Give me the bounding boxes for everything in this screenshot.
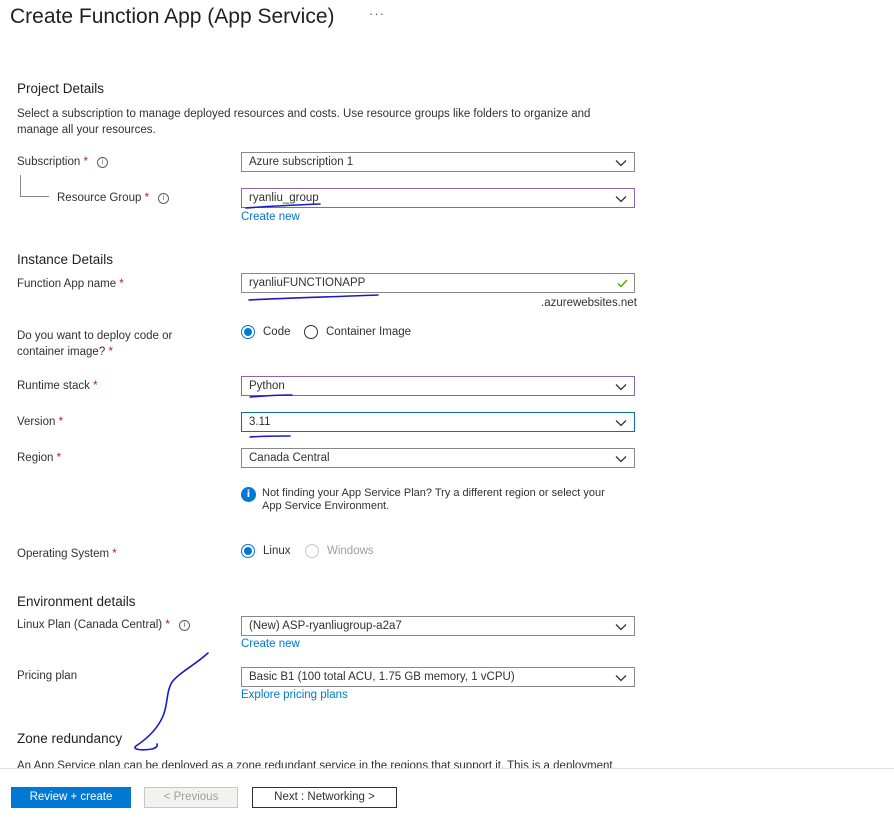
info-icon[interactable]: i bbox=[179, 620, 190, 631]
radio-selected-icon[interactable] bbox=[241, 544, 255, 558]
tree-connector-horizontal bbox=[20, 196, 49, 197]
next-networking-button[interactable]: Next : Networking > bbox=[252, 787, 397, 808]
function-app-name-label: Function App name * bbox=[17, 278, 124, 290]
operating-system-label: Operating System * bbox=[17, 548, 117, 560]
chevron-down-icon bbox=[615, 420, 627, 427]
subscription-label-text: Subscription bbox=[17, 156, 81, 168]
required-marker: * bbox=[93, 380, 98, 392]
review-create-button[interactable]: Review + create bbox=[11, 787, 131, 808]
resource-group-dropdown[interactable]: ryanliu_group bbox=[241, 188, 635, 208]
check-icon bbox=[617, 279, 628, 288]
region-dropdown[interactable]: Canada Central bbox=[241, 448, 635, 468]
chevron-down-icon bbox=[615, 456, 627, 463]
runtime-stack-label-text: Runtime stack bbox=[17, 380, 90, 392]
function-app-name-input[interactable]: ryanliuFUNCTIONAPP bbox=[241, 273, 635, 293]
info-message: Not finding your App Service Plan? Try a… bbox=[262, 487, 605, 512]
pricing-plan-label: Pricing plan bbox=[17, 670, 78, 682]
zone-redundancy-description: An App Service plan can be deployed as a… bbox=[17, 760, 613, 768]
chevron-down-icon bbox=[615, 624, 627, 631]
create-new-plan-link[interactable]: Create new bbox=[241, 638, 300, 650]
runtime-stack-dropdown[interactable]: Python bbox=[241, 376, 635, 396]
tree-connector-vertical bbox=[20, 175, 21, 196]
resource-group-label: Resource Group * i bbox=[57, 192, 170, 204]
version-label: Version * bbox=[17, 416, 63, 428]
region-value: Canada Central bbox=[249, 452, 330, 464]
version-label-text: Version bbox=[17, 416, 56, 428]
radio-selected-icon[interactable] bbox=[241, 325, 255, 339]
linux-plan-label-text: Linux Plan (Canada Central) bbox=[17, 619, 163, 631]
deploy-type-label-text: Do you want to deploy code or container … bbox=[17, 330, 173, 358]
os-option-linux-label: Linux bbox=[263, 545, 291, 557]
function-app-name-value: ryanliuFUNCTIONAPP bbox=[249, 277, 366, 289]
domain-suffix: .azurewebsites.net bbox=[541, 297, 637, 309]
subscription-label: Subscription * i bbox=[17, 156, 109, 168]
info-icon[interactable]: i bbox=[158, 193, 170, 204]
underline-version bbox=[249, 435, 291, 438]
explore-pricing-plans-link[interactable]: Explore pricing plans bbox=[241, 689, 348, 701]
runtime-stack-value: Python bbox=[249, 380, 285, 392]
subscription-dropdown[interactable]: Azure subscription 1 bbox=[241, 152, 635, 172]
info-circle-icon: i bbox=[241, 487, 256, 502]
radio-disabled-icon bbox=[305, 544, 319, 558]
linux-plan-value: (New) ASP-ryanliugroup-a2a7 bbox=[249, 620, 402, 632]
required-marker: * bbox=[165, 619, 170, 631]
subscription-value: Azure subscription 1 bbox=[249, 156, 354, 168]
chevron-down-icon bbox=[615, 196, 627, 203]
environment-details-heading: Environment details bbox=[17, 594, 136, 609]
required-marker: * bbox=[119, 278, 124, 290]
resource-group-label-text: Resource Group bbox=[57, 192, 142, 204]
underline-function-app-name bbox=[248, 294, 379, 301]
os-option-windows: Windows bbox=[305, 544, 374, 558]
required-marker: * bbox=[83, 156, 88, 168]
required-marker: * bbox=[58, 416, 64, 428]
region-label-text: Region bbox=[17, 452, 54, 464]
function-app-name-label-text: Function App name bbox=[17, 278, 117, 290]
runtime-stack-label: Runtime stack * bbox=[17, 380, 98, 392]
previous-button: < Previous bbox=[144, 787, 238, 808]
instance-details-heading: Instance Details bbox=[17, 252, 114, 267]
zone-redundancy-clip: An App Service plan can be deployed as a… bbox=[17, 758, 657, 768]
deploy-option-container-label: Container Image bbox=[326, 326, 412, 338]
arrow-to-zone-redundancy bbox=[134, 652, 209, 751]
create-new-resource-group-link[interactable]: Create new bbox=[241, 211, 300, 223]
linux-plan-dropdown[interactable]: (New) ASP-ryanliugroup-a2a7 bbox=[241, 616, 635, 636]
deploy-option-container[interactable]: Container Image bbox=[304, 325, 411, 339]
project-details-description: Select a subscription to manage deployed… bbox=[17, 108, 591, 136]
os-option-linux[interactable]: Linux bbox=[241, 544, 291, 558]
zone-redundancy-heading: Zone redundancy bbox=[17, 731, 123, 746]
required-marker: * bbox=[144, 192, 150, 204]
required-marker: * bbox=[108, 346, 113, 358]
linux-plan-label: Linux Plan (Canada Central) * i bbox=[17, 619, 190, 631]
required-marker: * bbox=[112, 548, 117, 560]
more-options-button[interactable]: ··· bbox=[369, 6, 385, 21]
footer-divider bbox=[0, 768, 894, 769]
resource-group-value: ryanliu_group bbox=[249, 192, 319, 204]
chevron-down-icon bbox=[615, 384, 627, 391]
operating-system-label-text: Operating System bbox=[17, 548, 110, 560]
deploy-type-label: Do you want to deploy code or container … bbox=[17, 328, 197, 360]
deploy-option-code[interactable]: Code bbox=[241, 325, 291, 339]
radio-unselected-icon[interactable] bbox=[304, 325, 318, 339]
deploy-option-code-label: Code bbox=[263, 326, 291, 338]
version-value: 3.11 bbox=[249, 416, 271, 428]
chevron-down-icon bbox=[615, 160, 627, 167]
info-icon[interactable]: i bbox=[97, 157, 109, 168]
region-label: Region * bbox=[17, 452, 61, 464]
pricing-plan-value: Basic B1 (100 total ACU, 1.75 GB memory,… bbox=[249, 671, 515, 683]
pricing-plan-dropdown[interactable]: Basic B1 (100 total ACU, 1.75 GB memory,… bbox=[241, 667, 635, 687]
required-marker: * bbox=[56, 452, 62, 464]
project-details-heading: Project Details bbox=[17, 81, 105, 96]
chevron-down-icon bbox=[615, 675, 627, 682]
version-dropdown[interactable]: 3.11 bbox=[241, 412, 635, 432]
page-title: Create Function App (App Service) bbox=[10, 5, 335, 28]
os-option-windows-label: Windows bbox=[327, 545, 374, 557]
